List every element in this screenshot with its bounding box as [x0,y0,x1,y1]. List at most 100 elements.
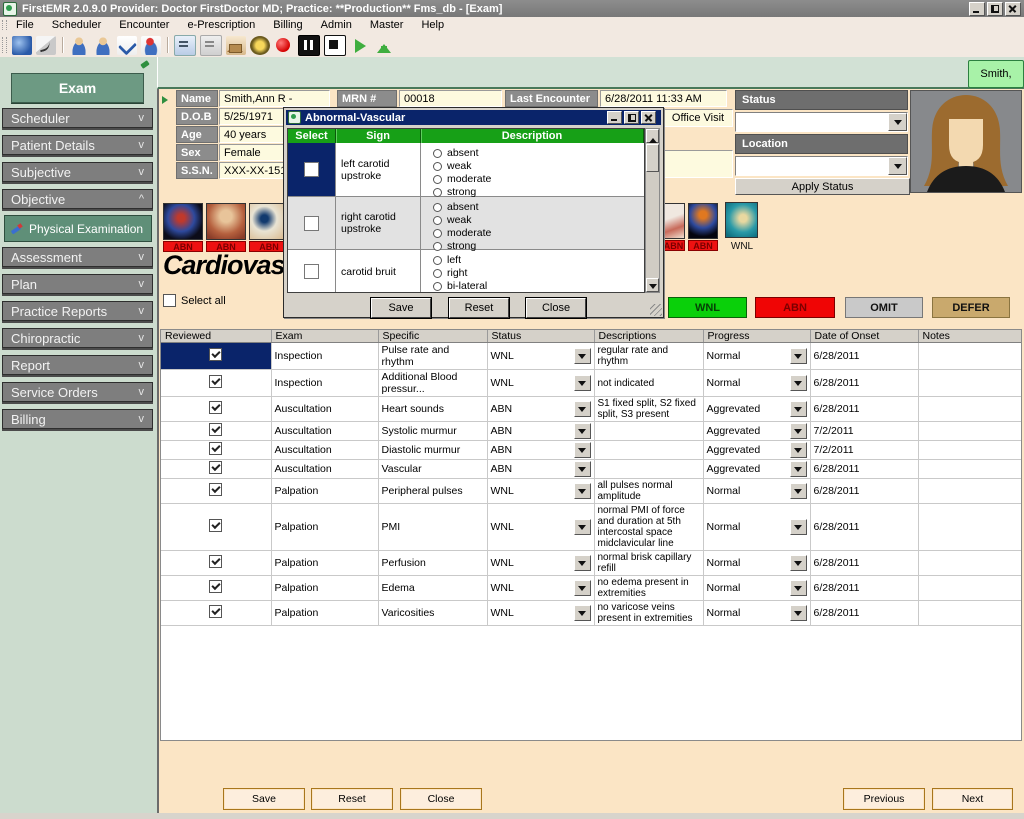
sign-select-checkbox[interactable] [304,216,319,231]
menu-encounter[interactable]: Encounter [110,19,178,31]
progress-dropdown-icon[interactable] [790,401,807,417]
progress-dropdown-icon[interactable] [790,461,807,477]
sidebar-item-assessment[interactable]: Assessmentv [2,247,153,267]
scroll-down-icon[interactable] [646,278,659,292]
abn-button[interactable]: ABN [755,297,835,318]
reviewed-checkbox[interactable] [209,580,222,593]
defer-button[interactable]: DEFER [932,297,1010,318]
sidebar-item-plan[interactable]: Planv [2,274,153,294]
status-dropdown-icon[interactable] [574,483,591,499]
radio-option[interactable]: left [433,254,644,267]
brain-thumbnail[interactable] [163,203,203,240]
radio-option[interactable]: right [433,267,644,280]
status-dropdown-icon[interactable] [574,605,591,621]
reviewed-checkbox[interactable] [209,555,222,568]
timer-icon[interactable] [250,36,270,55]
pin-icon[interactable] [137,60,149,70]
progress-dropdown-icon[interactable] [790,580,807,596]
sidebar-item-physical-examination[interactable]: Physical Examination [4,215,152,242]
dialog-restore-icon[interactable] [624,111,639,124]
sidebar-item-practice-reports[interactable]: Practice Reportsv [2,301,153,321]
col-date-of-onset[interactable]: Date of Onset [810,330,918,343]
previous-button[interactable]: Previous [843,788,925,810]
scroll-up-icon[interactable] [646,129,659,143]
exam-button[interactable]: Exam [11,73,144,103]
status-dropdown[interactable] [735,112,908,132]
omit-button[interactable]: OMIT [845,297,923,318]
radio-option[interactable]: weak [433,160,644,173]
wnl-button[interactable]: WNL [668,297,747,318]
col-descriptions[interactable]: Descriptions [594,330,703,343]
radio-icon[interactable] [433,162,442,171]
table-row[interactable]: Auscultation Diastolic murmur ABN Aggrev… [161,441,1021,460]
select-all-checkbox[interactable] [163,294,176,307]
menu-help[interactable]: Help [412,19,453,31]
menu-eprescription[interactable]: e-Prescription [178,19,264,31]
reviewed-checkbox[interactable] [209,401,222,414]
progress-dropdown-icon[interactable] [790,605,807,621]
reviewed-checkbox[interactable] [209,461,222,474]
session-icon[interactable] [12,36,32,55]
dialog-scrollbar[interactable] [645,128,660,293]
reset-button[interactable]: Reset [311,788,393,810]
pause-icon[interactable] [298,35,320,56]
chevron-down-icon[interactable] [888,157,907,175]
menu-file[interactable]: File [7,19,43,31]
apply-status-button[interactable]: Apply Status [735,178,910,195]
radio-icon[interactable] [433,149,442,158]
dialog-resize-grip[interactable] [650,304,662,316]
radio-icon[interactable] [433,203,442,212]
sidebar-item-service-orders[interactable]: Service Ordersv [2,382,153,402]
status-dropdown-icon[interactable] [574,555,591,571]
sidebar-item-subjective[interactable]: Subjectivev [2,162,153,182]
table-row[interactable]: Palpation PMI WNL normal PMI of force an… [161,504,1021,551]
menu-master[interactable]: Master [361,19,413,31]
reviewed-checkbox[interactable] [209,442,222,455]
menu-billing[interactable]: Billing [264,19,311,31]
dialog-close-icon[interactable] [641,111,656,124]
sign-select-checkbox[interactable] [304,264,319,279]
stop-icon[interactable] [324,35,346,56]
radio-icon[interactable] [433,188,442,197]
status-dropdown-icon[interactable] [574,519,591,535]
radio-option[interactable]: weak [433,214,644,227]
radio-option[interactable]: absent [433,147,644,160]
head-scan-thumbnail[interactable] [725,202,758,238]
home-icon[interactable] [226,36,246,55]
radio-icon[interactable] [433,256,442,265]
reviewed-checkbox[interactable] [209,483,222,496]
sidebar-item-objective[interactable]: Objective^ [2,189,153,209]
menu-admin[interactable]: Admin [312,19,361,31]
table-row[interactable]: Palpation Edema WNL no edema present in … [161,576,1021,601]
reviewed-checkbox[interactable] [209,348,222,361]
progress-dropdown-icon[interactable] [790,348,807,364]
radio-icon[interactable] [433,269,442,278]
dialog-save-button[interactable]: Save [371,298,431,318]
radio-icon[interactable] [433,229,442,238]
table-row[interactable]: Auscultation Systolic murmur ABN Aggreva… [161,422,1021,441]
table-row[interactable]: Auscultation Heart sounds ABN S1 fixed s… [161,397,1021,422]
col-reviewed[interactable]: Reviewed [161,330,271,343]
next-button[interactable]: Next [932,788,1013,810]
status-dropdown-icon[interactable] [574,348,591,364]
col-exam[interactable]: Exam [271,330,378,343]
table-row[interactable]: Auscultation Vascular ABN Aggrevated 6/2… [161,460,1021,479]
signature-icon[interactable] [36,36,56,55]
radio-icon[interactable] [433,282,442,291]
patient-icon[interactable] [69,36,89,55]
menu-scheduler[interactable]: Scheduler [43,19,111,31]
table-row[interactable]: Inspection Pulse rate and rhythm WNL reg… [161,343,1021,370]
upload-icon[interactable] [374,36,394,55]
sidebar-item-scheduler[interactable]: Schedulerv [2,108,153,128]
table-row[interactable]: Inspection Additional Blood pressur... W… [161,370,1021,397]
record-icon[interactable] [274,36,294,55]
close-icon[interactable] [1005,2,1021,16]
status-dropdown-icon[interactable] [574,461,591,477]
message-icon[interactable] [200,35,222,56]
progress-dropdown-icon[interactable] [790,423,807,439]
sidebar-item-report[interactable]: Reportv [2,355,153,375]
dialog-close-button[interactable]: Close [526,298,586,318]
progress-dropdown-icon[interactable] [790,519,807,535]
minimize-icon[interactable] [969,2,985,16]
status-dropdown-icon[interactable] [574,442,591,458]
